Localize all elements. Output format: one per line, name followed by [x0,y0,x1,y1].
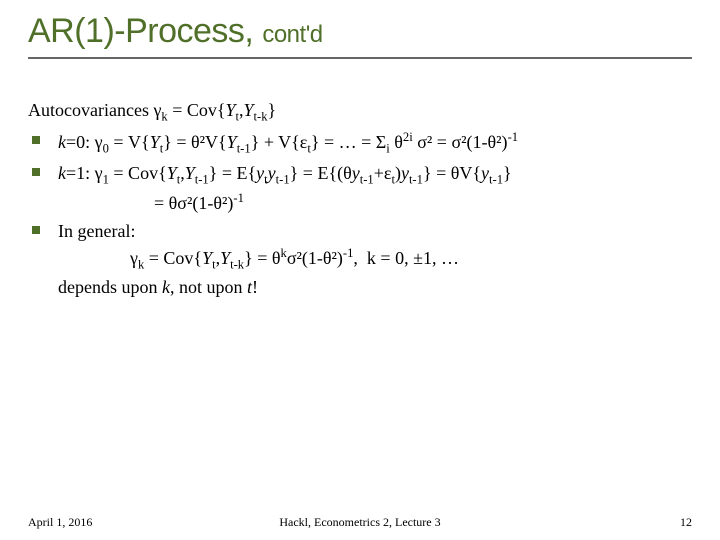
footer-date: April 1, 2016 [28,515,92,530]
bullet-general-depends: depends upon k, not upon t! [58,274,692,300]
intro-line: Autocovariances γk = Cov{Yt,Yt-k} [28,97,692,126]
bullet-general-label: In general: [58,221,135,241]
title-divider [28,57,692,59]
slide-title: AR(1)-Process, cont'd [28,12,692,51]
title-contd: cont'd [262,21,322,48]
bullet-list: k=0: γ0 = V{Yt} = θ²V{Yt-1} + V{εt} = … … [28,128,692,300]
slide: AR(1)-Process, cont'd Autocovariances γk… [0,0,720,540]
footer-page: 12 [680,515,692,530]
footer-center: Hackl, Econometrics 2, Lecture 3 [279,515,440,530]
bullet-general-formula: γk = Cov{Yt,Yt-k} = θkσ²(1-θ²)-1, k = 0,… [58,244,692,274]
bullet-k1: k=1: γ1 = Cov{Yt,Yt-1} = E{ytyt-1} = E{(… [28,160,692,216]
bullet-k0: k=0: γ0 = V{Yt} = θ²V{Yt-1} + V{εt} = … … [28,128,692,158]
slide-body: Autocovariances γk = Cov{Yt,Yt-k} k=0: γ… [28,97,692,300]
bullet-general: In general: γk = Cov{Yt,Yt-k} = θkσ²(1-θ… [28,218,692,300]
title-main: AR(1)-Process, [28,12,262,50]
bullet-k1-cont: = θσ²(1-θ²)-1 [58,189,692,216]
slide-footer: April 1, 2016 Hackl, Econometrics 2, Lec… [28,515,692,530]
